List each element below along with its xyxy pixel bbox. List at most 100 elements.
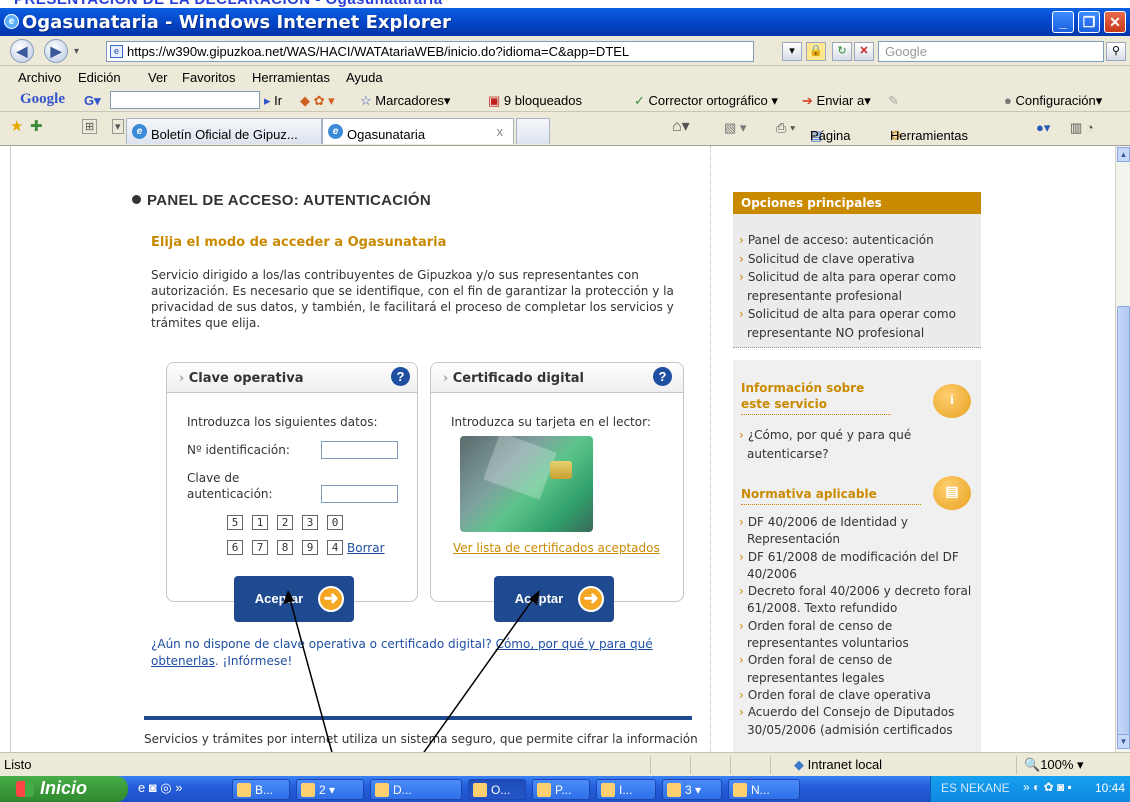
menu-favoritos[interactable]: Favoritos <box>182 70 235 85</box>
menu-edicion[interactable]: Edición <box>78 70 121 85</box>
zoom-control[interactable]: 🔍100% ▾ <box>1024 757 1084 773</box>
cert-list-link[interactable]: Ver lista de certificados aceptados <box>453 541 660 555</box>
security-note: Servicios y trámites por internet utiliz… <box>144 732 698 746</box>
vertical-scrollbar[interactable]: ▲ ▼ <box>1115 146 1130 752</box>
search-icon[interactable]: ⚲ <box>1106 42 1126 61</box>
history-dropdown-icon[interactable]: ▾ <box>74 46 79 57</box>
auth-label-line2: autenticación: <box>187 487 273 501</box>
refresh-icon[interactable]: ↻ <box>832 42 852 61</box>
language-indicator[interactable]: ES NEKANE <box>941 781 1010 795</box>
home-icon[interactable]: ⌂▾ <box>672 116 690 136</box>
print-icon[interactable]: ⎙ ▾ <box>776 120 795 136</box>
keypad-key[interactable]: 3 <box>302 515 318 530</box>
keypad-key[interactable]: 2 <box>277 515 293 530</box>
google-search-input[interactable] <box>110 91 260 109</box>
system-tray: ES NEKANE » ◐ ✿ ◙ ▪ 10:44 <box>930 776 1130 802</box>
stop-icon[interactable]: ✕ <box>854 42 874 61</box>
zone-indicator[interactable]: ◆ Intranet local <box>794 757 882 773</box>
google-g-icon[interactable]: G▾ <box>84 93 101 109</box>
research-icon[interactable]: ▥ ◔ <box>1070 120 1094 136</box>
taskbar-button[interactable]: D... <box>370 779 462 800</box>
favorites-star-icon[interactable]: ★ <box>10 117 23 135</box>
scroll-up-icon[interactable]: ▲ <box>1117 147 1130 162</box>
pagerank-icon[interactable]: ◆ ✿ ▾ <box>300 93 335 109</box>
new-tab-button[interactable] <box>516 118 550 144</box>
popup-blocker-button[interactable]: ▣ 9 bloqueados <box>488 93 582 109</box>
keypad-key[interactable]: 5 <box>227 515 243 530</box>
add-favorites-icon[interactable]: ✚ <box>30 117 43 135</box>
address-input[interactable]: e https://w390w.gipuzkoa.net/WAS/HACI/WA… <box>106 41 754 62</box>
blocker-icon: ▣ <box>488 93 501 108</box>
highlighter-icon[interactable]: ✎ <box>888 93 899 109</box>
menu-ver[interactable]: Ver <box>148 70 168 85</box>
norm-title: Normativa aplicable <box>741 486 921 505</box>
menu-ayuda[interactable]: Ayuda <box>346 70 383 85</box>
menu-archivo[interactable]: Archivo <box>18 70 61 85</box>
keypad-key[interactable]: 6 <box>227 540 243 555</box>
keypad-key[interactable]: 7 <box>252 540 268 555</box>
norm-item[interactable]: Decreto foral 40/2006 y decreto foral 61… <box>733 583 981 618</box>
help-icon[interactable]: ●▾ <box>1036 120 1050 136</box>
sidebar-item-nonpro-rep[interactable]: Solicitud de alta para operar como repre… <box>733 305 981 342</box>
search-input[interactable]: Google <box>878 41 1104 62</box>
clave-operativa-header[interactable]: › Clave operativa <box>167 363 417 393</box>
keypad-key[interactable]: 1 <box>252 515 268 530</box>
norm-item[interactable]: Acuerdo del Consejo de Diputados 30/05/2… <box>733 704 981 739</box>
address-dropdown-button[interactable]: ▾ <box>782 42 802 61</box>
maximize-button[interactable]: ❐ <box>1078 11 1100 33</box>
taskbar-button[interactable]: 2 ▾ <box>296 779 364 800</box>
send-to-button[interactable]: ➔ Enviar a▾ <box>802 93 871 109</box>
norm-item[interactable]: DF 61/2008 de modificación del DF 40/200… <box>733 549 981 584</box>
bookmarks-button[interactable]: ☆ Marcadores▾ <box>360 93 450 109</box>
minimize-button[interactable]: _ <box>1052 11 1074 33</box>
help-question-icon[interactable]: ? <box>391 367 410 386</box>
taskbar: Inicio e ◙ ◎ » B... 2 ▾ D... O... P... I… <box>0 776 1130 802</box>
start-button[interactable]: Inicio <box>0 776 128 802</box>
lock-icon[interactable]: 🔒 <box>806 42 826 61</box>
clave-accept-button[interactable]: Aceptar ➜ <box>234 576 354 622</box>
tab-boletin[interactable]: e Boletín Oficial de Gipuz... <box>126 118 322 144</box>
main-options-header: Opciones principales <box>733 192 981 214</box>
auth-input[interactable] <box>321 485 398 503</box>
help-question-icon[interactable]: ? <box>653 367 672 386</box>
taskbar-button[interactable]: I... <box>596 779 656 800</box>
keypad-key[interactable]: 8 <box>277 540 293 555</box>
id-input[interactable] <box>321 441 398 459</box>
page-icon: e <box>110 45 123 58</box>
spellcheck-button[interactable]: ✓ Corrector ortográfico ▾ <box>634 93 778 109</box>
info-link[interactable]: ¿Cómo, por qué y para qué autenticarse? <box>733 426 981 463</box>
norm-item[interactable]: Orden foral de censo de representantes l… <box>733 652 981 687</box>
sidebar-item-request-key[interactable]: Solicitud de clave operativa <box>733 250 981 269</box>
keypad-key[interactable]: 9 <box>302 540 318 555</box>
back-button[interactable]: ◀ <box>10 39 34 63</box>
certificado-header[interactable]: › Certificado digital <box>431 363 683 393</box>
forward-button[interactable]: ▶ <box>44 39 68 63</box>
sidebar-item-auth[interactable]: Panel de acceso: autenticación <box>733 231 981 250</box>
cert-accept-button[interactable]: Aceptar ➜ <box>494 576 614 622</box>
keypad-key[interactable]: 4 <box>327 540 343 555</box>
taskbar-button[interactable]: B... <box>232 779 290 800</box>
google-go-button[interactable]: ▸ Ir <box>264 93 282 109</box>
norm-item[interactable]: Orden foral de censo de representantes v… <box>733 618 981 653</box>
close-window-button[interactable]: ✕ <box>1104 11 1126 33</box>
quicklaunch-icons[interactable]: e ◙ ◎ » <box>138 780 183 796</box>
norm-item[interactable]: DF 40/2006 de Identidad y Representación <box>733 514 981 549</box>
settings-button[interactable]: ● Configuración▾ <box>1004 93 1102 109</box>
tab-list-icon[interactable]: ▾ <box>112 119 124 134</box>
scroll-down-icon[interactable]: ▼ <box>1117 734 1130 749</box>
feeds-icon[interactable]: ▧ ▾ <box>724 120 746 136</box>
taskbar-button-active[interactable]: O... <box>468 779 526 800</box>
taskbar-button[interactable]: 3 ▾ <box>662 779 722 800</box>
tab-ogasunataria[interactable]: e Ogasunataria x <box>322 118 514 144</box>
menu-herramientas[interactable]: Herramientas <box>252 70 330 85</box>
scroll-thumb[interactable] <box>1117 306 1130 736</box>
norm-item[interactable]: Orden foral de clave operativa <box>733 687 981 704</box>
sidebar-item-pro-rep[interactable]: Solicitud de alta para operar como repre… <box>733 268 981 305</box>
tray-icons[interactable]: » ◐ ✿ ◙ ▪ <box>1023 780 1072 794</box>
quick-tabs-icon[interactable]: ⊞ <box>82 119 98 134</box>
taskbar-button[interactable]: P... <box>532 779 590 800</box>
keypad-key[interactable]: 0 <box>327 515 343 530</box>
close-tab-icon[interactable]: x <box>497 124 504 139</box>
taskbar-button[interactable]: N... <box>728 779 800 800</box>
clear-link[interactable]: Borrar <box>347 541 385 555</box>
